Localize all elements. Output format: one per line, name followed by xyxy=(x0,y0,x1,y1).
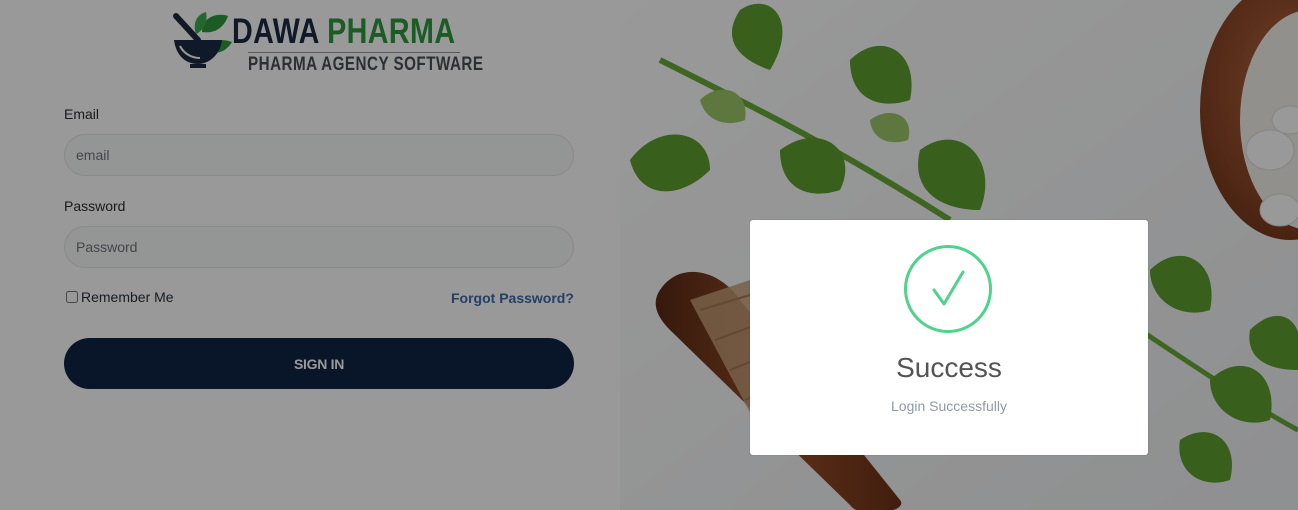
dialog-title: Success xyxy=(896,352,1002,383)
login-page: DAWA PHARMA PHARMA AGENCY SOFTWARE Email… xyxy=(0,0,1298,510)
success-dialog: Success Login Successfully xyxy=(750,220,1148,455)
success-icon-ring xyxy=(904,245,992,333)
check-icon xyxy=(932,270,965,306)
dialog-message: Login Successfully xyxy=(891,398,1007,414)
